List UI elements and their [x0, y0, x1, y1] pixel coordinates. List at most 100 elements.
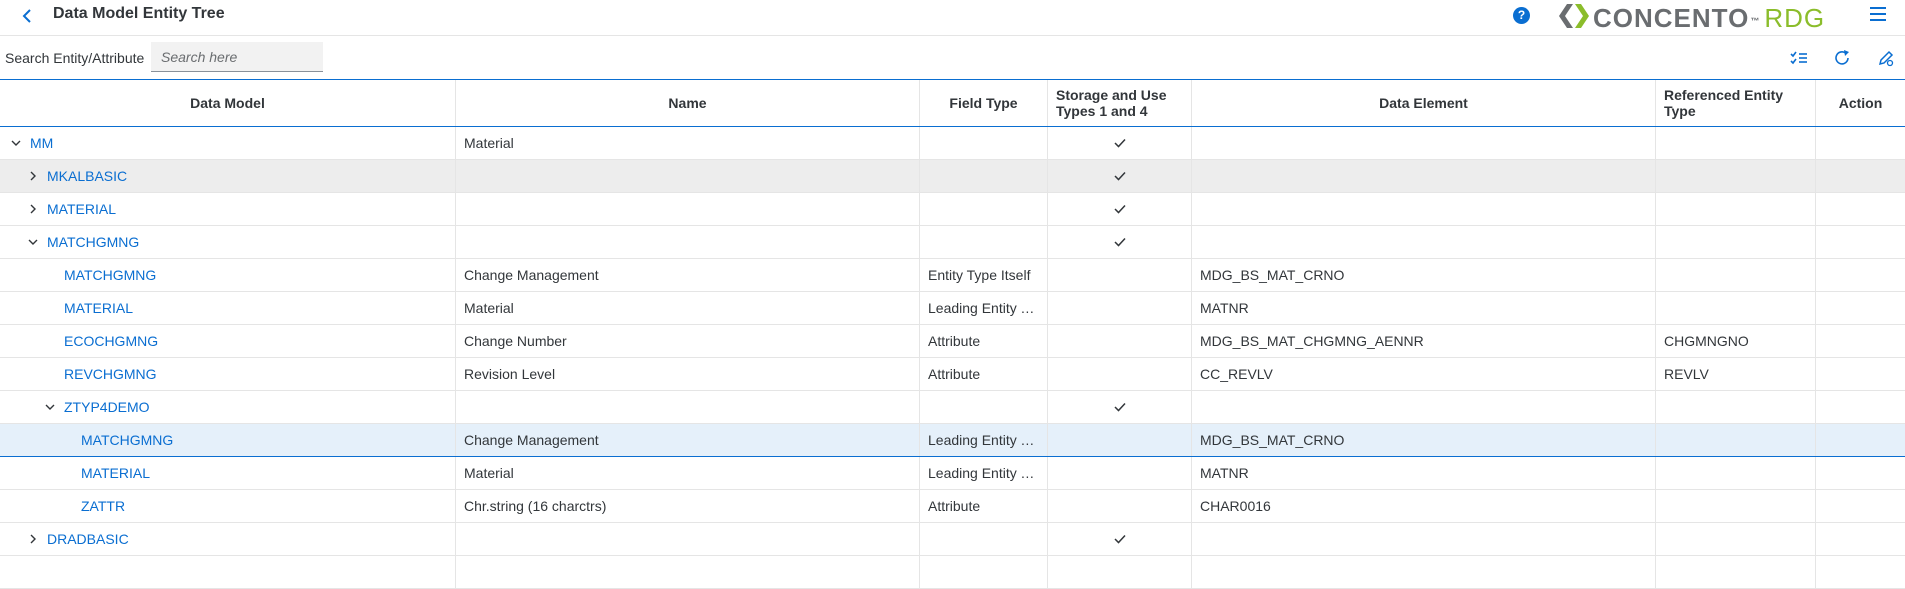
table-row[interactable]: REVCHGMNG Revision Level Attribute CC_REVLV… [0, 358, 1905, 391]
cell-text: Attribute [928, 366, 981, 382]
cell-data-model: MM [0, 127, 456, 159]
table-row[interactable]: MKALBASIC [0, 160, 1905, 193]
table-row[interactable]: DRADBASIC [0, 523, 1905, 556]
cell-name [456, 193, 920, 225]
data-model-link[interactable]: ZATTR [81, 498, 125, 514]
cell-text: Leading Entity T... [928, 300, 1040, 316]
checkmark-icon [1113, 534, 1126, 544]
cell-storage-check [1048, 358, 1192, 390]
cell-data-element [1192, 523, 1656, 555]
cell-data-element [1192, 127, 1656, 159]
cell-ref-entity [1656, 193, 1816, 225]
logo-main-text: CONCENTO [1593, 3, 1750, 33]
hamburger-menu-icon[interactable] [1870, 7, 1886, 23]
table-row[interactable]: MATERIAL [0, 193, 1905, 226]
cell-text: Change Management [464, 267, 599, 283]
data-model-link[interactable]: MM [30, 135, 53, 151]
cell-storage-check [1048, 292, 1192, 324]
page-title: Data Model Entity Tree [53, 5, 225, 22]
data-model-link[interactable]: DRADBASIC [47, 531, 129, 547]
table-row[interactable]: ECOCHGMNG Change Number Attribute MDG_BS_MA… [0, 325, 1905, 358]
cell-field-type [920, 523, 1048, 555]
cell-action [1816, 160, 1905, 192]
data-model-link[interactable]: MATERIAL [81, 465, 150, 481]
table-row[interactable]: MM Material [0, 127, 1905, 160]
edit-icon[interactable] [1876, 48, 1896, 68]
chevron-down-icon[interactable] [8, 128, 24, 159]
cell-ref-entity [1656, 391, 1816, 423]
column-header-action[interactable]: Action [1816, 80, 1905, 126]
column-header-field-type[interactable]: Field Type [920, 80, 1048, 126]
cell-data-model: MATERIAL [0, 193, 456, 225]
cell-data-model: ECOCHGMNG [0, 325, 456, 357]
help-icon[interactable]: ? [1513, 7, 1530, 24]
table-row[interactable]: MATERIAL Material Leading Entity T... MATNR [0, 457, 1905, 490]
multi-select-icon[interactable] [1789, 48, 1809, 68]
cell-ref-entity [1656, 160, 1816, 192]
cell-action [1816, 523, 1905, 555]
chevron-right-icon[interactable] [25, 194, 41, 225]
search-input[interactable] [151, 42, 323, 72]
cell-name [456, 523, 920, 555]
data-model-link[interactable]: MATERIAL [47, 201, 116, 217]
table-row[interactable]: ZTYP4DEMO [0, 391, 1905, 424]
cell-text: Chr.string (16 charctrs) [464, 498, 607, 514]
chevron-down-icon[interactable] [25, 227, 41, 258]
cell-storage-check [1048, 325, 1192, 357]
cell-action [1816, 193, 1905, 225]
table-row[interactable]: ZATTR Chr.string (16 charctrs) Attribute CH… [0, 490, 1905, 523]
cell-ref-entity [1656, 259, 1816, 291]
column-header-data-model[interactable]: Data Model [0, 80, 456, 126]
table-row[interactable]: MATCHGMNG Change Management Leading Entity… [0, 424, 1905, 457]
cell-text: CHAR0016 [1200, 498, 1271, 514]
data-model-link[interactable]: ZTYP4DEMO [64, 399, 150, 415]
cell-text: Material [464, 465, 514, 481]
cell-field-type: Leading Entity T... [920, 292, 1048, 324]
data-model-link[interactable]: ECOCHGMNG [64, 333, 158, 349]
data-model-link[interactable]: REVCHGMNG [64, 366, 157, 382]
cell-data-model: MATCHGMNG [0, 424, 456, 456]
cell-data-model: MATERIAL [0, 292, 456, 324]
cell-storage-check [1048, 457, 1192, 489]
chevron-right-icon[interactable] [25, 524, 41, 555]
column-header-referenced-entity-type[interactable]: Referenced Entity Type [1656, 80, 1816, 126]
column-header-name[interactable]: Name [456, 80, 920, 126]
table-row[interactable]: MATCHGMNG [0, 226, 1905, 259]
data-model-link[interactable]: MATERIAL [64, 300, 133, 316]
cell-text: Attribute [928, 333, 981, 349]
cell-name: Revision Level [456, 358, 920, 390]
cell-action [1816, 556, 1905, 588]
cell-field-type [920, 226, 1048, 258]
chevron-right-icon[interactable] [25, 161, 41, 192]
cell-text: Entity Type Itself [928, 267, 1031, 283]
data-model-link[interactable]: MATCHGMNG [64, 267, 156, 283]
cell-text: Change Number [464, 333, 567, 349]
cell-storage-check [1048, 523, 1192, 555]
column-header-data-element[interactable]: Data Element [1192, 80, 1656, 126]
cell-action [1816, 127, 1905, 159]
data-model-link[interactable]: MATCHGMNG [47, 234, 139, 250]
cell-action [1816, 226, 1905, 258]
cell-ref-entity [1656, 292, 1816, 324]
cell-data-element: MDG_BS_MAT_CRNO [1192, 259, 1656, 291]
cell-action [1816, 457, 1905, 489]
data-model-link[interactable]: MATCHGMNG [81, 432, 173, 448]
cell-text: REVLV [1664, 366, 1709, 382]
cell-data-model: DRADBASIC [0, 523, 456, 555]
cell-text: Material [464, 300, 514, 316]
chevron-down-icon[interactable] [42, 392, 58, 423]
cell-action [1816, 325, 1905, 357]
column-header-storage-types[interactable]: Storage and Use Types 1 and 4 [1048, 80, 1192, 126]
back-button[interactable] [18, 6, 38, 26]
data-model-link[interactable]: MKALBASIC [47, 168, 127, 184]
table-row[interactable]: MATCHGMNG Change Management Entity Type It… [0, 259, 1905, 292]
checkmark-icon [1113, 171, 1126, 181]
logo-mark-icon [1559, 4, 1589, 28]
table-row[interactable]: MATERIAL Material Leading Entity T... MATNR [0, 292, 1905, 325]
cell-text: Revision Level [464, 366, 556, 382]
cell-ref-entity: CHGMNGNO [1656, 325, 1816, 357]
cell-text: CHGMNGNO [1664, 333, 1749, 349]
table-row[interactable] [0, 556, 1905, 589]
cell-data-model: MKALBASIC [0, 160, 456, 192]
refresh-icon[interactable] [1832, 48, 1852, 68]
